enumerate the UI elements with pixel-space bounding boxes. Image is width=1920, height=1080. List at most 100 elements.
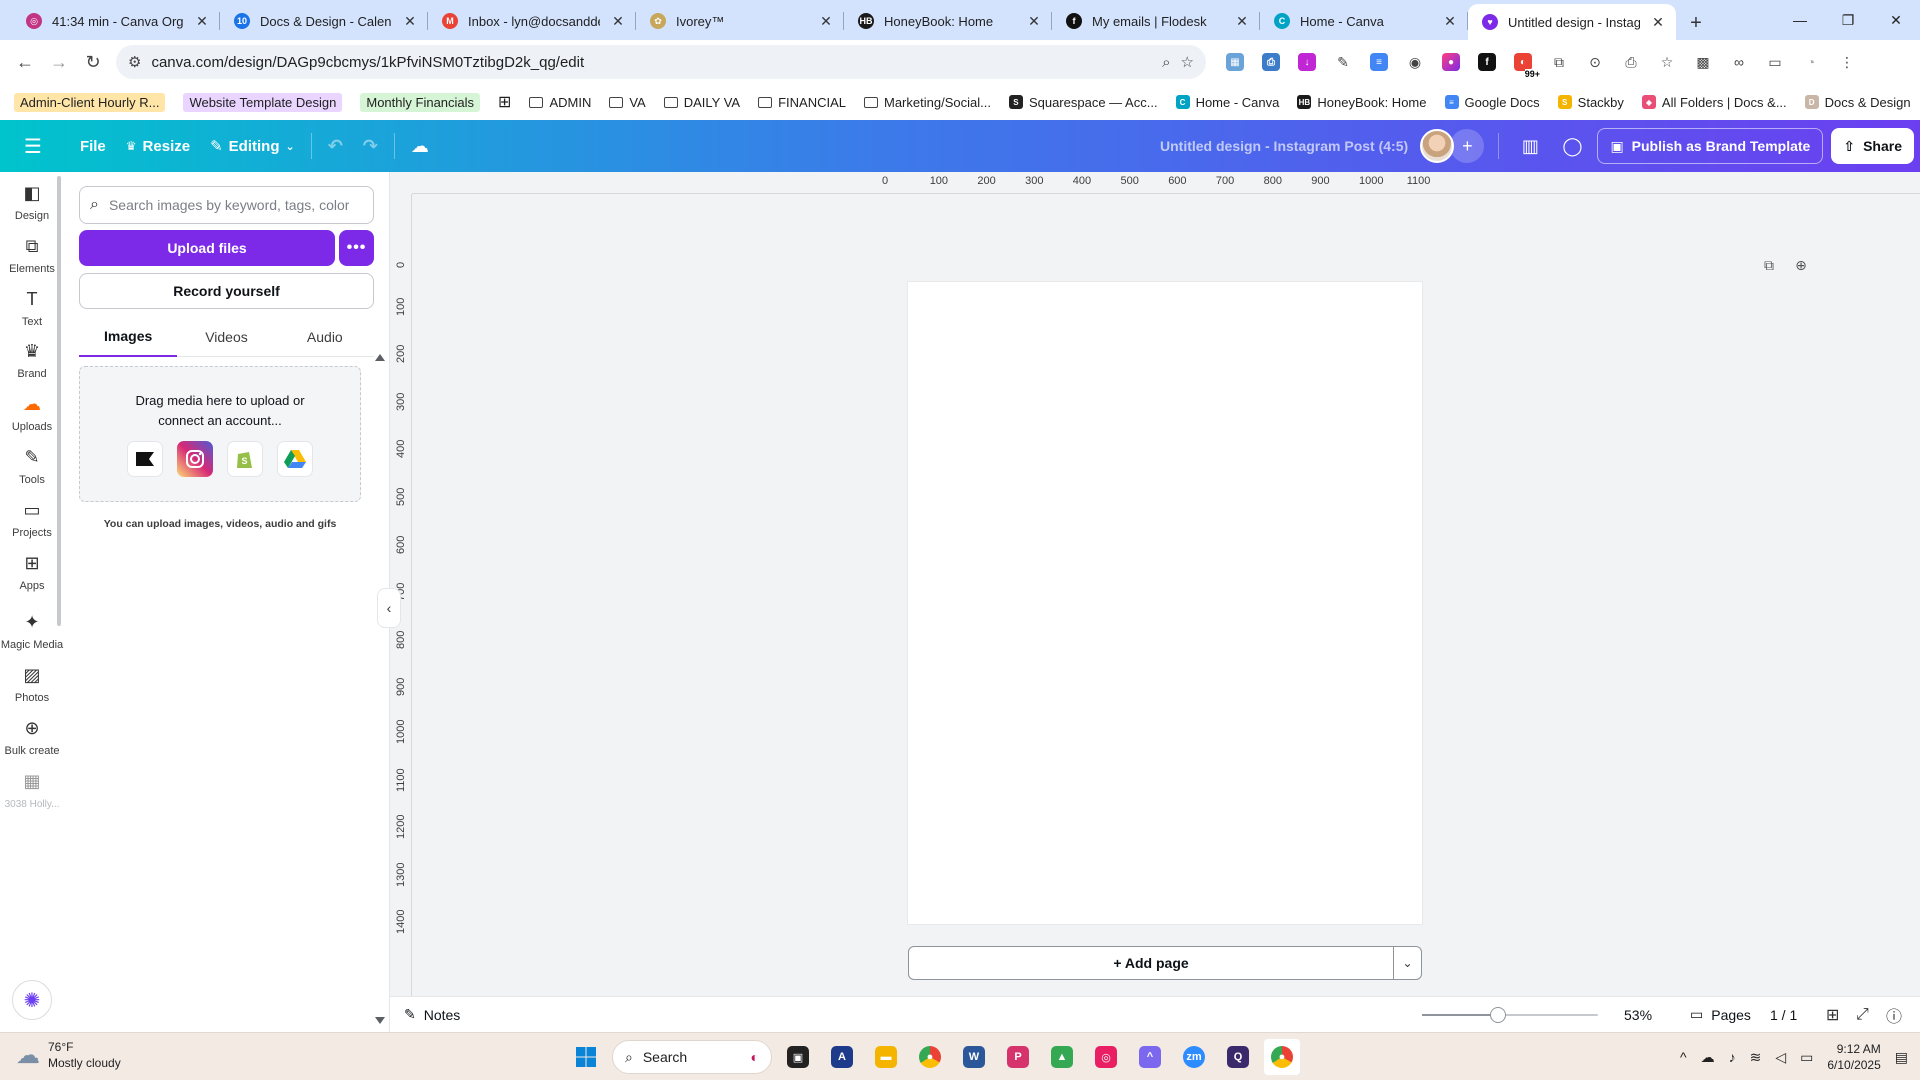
maximize-button[interactable]: ❐ (1824, 0, 1872, 40)
more-options-button[interactable]: ••• (339, 230, 374, 266)
weather-widget[interactable]: ☁ 76°F Mostly cloudy (16, 1039, 121, 1071)
extension-download-icon[interactable]: ↓ (1292, 47, 1322, 77)
share-button[interactable]: ⇧ Share (1831, 128, 1914, 164)
close-window-button[interactable]: ✕ (1872, 0, 1920, 40)
extension-lens-icon[interactable]: ⊙ (1580, 47, 1610, 77)
tab-images[interactable]: Images (79, 317, 178, 357)
extension-docs-icon[interactable]: ≡ (1364, 47, 1394, 77)
upload-dropzone[interactable]: Drag media here to upload or connect an … (79, 366, 361, 502)
browser-menu-icon[interactable]: ⋮ (1832, 47, 1862, 77)
instagram-icon[interactable] (177, 441, 213, 477)
profile-icon[interactable]: ◔ (1796, 47, 1826, 77)
rail-item-bulk-create[interactable]: ⊕ Bulk create (0, 707, 64, 767)
app-icon-pink[interactable]: ◎ (1088, 1039, 1124, 1075)
record-yourself-button[interactable]: Record yourself (79, 273, 374, 309)
app-icon-dark[interactable]: Q (1220, 1039, 1256, 1075)
google-drive-icon[interactable] (277, 441, 313, 477)
editing-mode-button[interactable]: ✎ Editing ⌄ (200, 128, 305, 164)
upload-files-button[interactable]: Upload files (79, 230, 335, 266)
rail-item-magic-media[interactable]: ✦ Magic Media (0, 601, 64, 661)
extension-camera-icon[interactable]: ◉ (1400, 47, 1430, 77)
taskbar-search[interactable]: ⌕ Search ◐ (612, 1040, 772, 1074)
site-info-icon[interactable]: ⚙ (128, 53, 141, 71)
add-collaborator-icon[interactable]: + (1450, 129, 1485, 163)
bookmark-item[interactable]: D Docs & Design (1804, 95, 1911, 110)
file-explorer-icon[interactable]: ▬ (868, 1039, 904, 1075)
back-icon[interactable]: ← (8, 45, 42, 79)
redo-icon[interactable]: ↷ (353, 128, 388, 164)
pages-button[interactable]: ▭ Pages (1690, 1006, 1751, 1023)
windows-start-icon[interactable] (568, 1039, 604, 1075)
browser-tab[interactable]: f My emails | Flodesk ✕ (1052, 4, 1260, 38)
zoom-slider[interactable] (1422, 1007, 1598, 1023)
search-input[interactable] (108, 197, 349, 213)
search-field[interactable]: ⌕ (79, 186, 374, 224)
url-omnibox[interactable]: ⚙ canva.com/design/DAGp9cbcmys/1kPfviNSM… (116, 45, 1206, 79)
close-tab-icon[interactable]: ✕ (610, 13, 626, 30)
notes-button[interactable]: ✎ Notes (404, 1006, 460, 1023)
browser-tab[interactable]: HB HoneyBook: Home ✕ (844, 4, 1052, 38)
rail-item-text[interactable]: T Text (0, 278, 64, 338)
bookmark-item[interactable]: Admin-Client Hourly R... (14, 92, 166, 112)
bookmark-item[interactable]: S Squarespace — Acc... (1008, 95, 1158, 110)
close-tab-icon[interactable]: ✕ (1026, 13, 1042, 30)
extension-printer-icon[interactable]: ⎙ (1256, 47, 1286, 77)
wifi-icon[interactable]: ≋ (1750, 1049, 1762, 1066)
extension-eyedropper-icon[interactable]: ✎ (1328, 47, 1358, 77)
zoom-icon[interactable]: ⌕ (1162, 54, 1170, 71)
add-page-button[interactable]: + Add page (908, 946, 1394, 980)
main-menu-icon[interactable]: ☰ (14, 128, 52, 164)
rail-item-elements[interactable]: ⧉ Elements (0, 225, 64, 285)
reload-icon[interactable]: ↻ (76, 45, 110, 79)
app-icon-flag[interactable]: P (1000, 1039, 1036, 1075)
duplicate-page-icon[interactable]: ⧉ (1760, 256, 1778, 274)
battery-icon[interactable]: ▭ (1800, 1049, 1813, 1066)
rail-item-uploads[interactable]: ☁ Uploads (0, 383, 64, 443)
tab-videos[interactable]: Videos (177, 317, 275, 356)
browser-tab[interactable]: ✿ Ivorey™ ✕ (636, 4, 844, 38)
bookmark-item[interactable]: ADMIN (529, 95, 591, 110)
url-text[interactable]: canva.com/design/DAGp9cbcmys/1kPfviNSM0T… (151, 54, 1152, 71)
apps-grid-icon[interactable]: ⊞ (498, 92, 511, 112)
extension-bookmark-icon[interactable]: ☆ (1652, 47, 1682, 77)
zoom-value[interactable]: 53% (1624, 1007, 1652, 1023)
bookmark-item[interactable]: C Home - Canva (1175, 95, 1279, 110)
cloud-sync-icon[interactable]: ☁ (401, 128, 439, 164)
insights-chart-icon[interactable]: ▥ (1513, 129, 1547, 163)
close-tab-icon[interactable]: ✕ (402, 13, 418, 30)
scroll-down-icon[interactable] (375, 1017, 385, 1024)
qr-code-icon[interactable]: ▩ (1688, 47, 1718, 77)
browser-tab[interactable]: M Inbox - lyn@docsanddesig ✕ (428, 4, 636, 38)
print-icon[interactable]: ⎙ (1616, 47, 1646, 77)
task-view-icon[interactable]: ▣ (780, 1039, 816, 1075)
rail-item-photos[interactable]: ▨ Photos (0, 654, 64, 714)
notifications-icon[interactable]: ▤ (1895, 1049, 1908, 1066)
publish-brand-template-button[interactable]: ▣ Publish as Brand Template (1597, 128, 1824, 164)
browser-tab[interactable]: C Home - Canva ✕ (1260, 4, 1468, 38)
shopify-icon[interactable]: S (227, 441, 263, 477)
tab-audio[interactable]: Audio (276, 317, 374, 356)
browser-tab[interactable]: ◎ 41:34 min - Canva Organiz ✕ (12, 4, 220, 38)
grid-view-icon[interactable]: ⊞ (1826, 1005, 1839, 1025)
word-icon[interactable]: W (956, 1039, 992, 1075)
comment-icon[interactable]: ◯ (1555, 129, 1589, 163)
bookmark-star-icon[interactable]: ☆ (1181, 53, 1194, 71)
close-tab-icon[interactable]: ✕ (1234, 13, 1250, 30)
rail-item-design[interactable]: ◧ Design (0, 172, 64, 232)
close-tab-icon[interactable]: ✕ (818, 13, 834, 30)
rail-item-brand[interactable]: ♛ Brand (0, 330, 64, 390)
undo-icon[interactable]: ↶ (318, 128, 353, 164)
bookmark-item[interactable]: FINANCIAL (758, 95, 846, 110)
google-drive-taskbar-icon[interactable]: ▲ (1044, 1039, 1080, 1075)
rail-item-tools[interactable]: ✎ Tools (0, 436, 64, 496)
resize-button[interactable]: ♛ Resize (116, 128, 200, 164)
forward-icon[interactable]: → (42, 45, 76, 79)
bookmark-item[interactable]: ≡ Google Docs (1444, 95, 1540, 110)
link-icon[interactable]: ∞ (1724, 47, 1754, 77)
chrome-icon[interactable]: ● (912, 1039, 948, 1075)
bookmark-item[interactable]: Website Template Design (183, 92, 343, 112)
bookmark-item[interactable]: ◆ All Folders | Docs &... (1641, 95, 1787, 110)
rail-item-projects[interactable]: ▭ Projects (0, 489, 64, 549)
file-menu-button[interactable]: File (70, 128, 116, 164)
extension-color-icon[interactable]: ● (1436, 47, 1466, 77)
